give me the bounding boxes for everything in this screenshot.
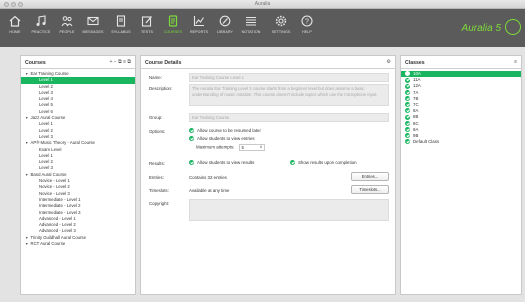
class-item[interactable]: Default Class [401,139,521,145]
description-field[interactable]: The Auralia Ear Training Level 1 course … [189,84,389,106]
disclosure-triangle-icon[interactable]: ▼ [25,236,28,240]
classes-panel: Classes ≡ 10A 11A 12A 7A 7B 7C 8A 8B 8C 9A 9B Defau… [400,55,522,295]
disclosure-triangle-icon[interactable]: ▼ [25,242,28,246]
disclosure-triangle-icon[interactable]: ▼ [25,173,28,177]
checkmark-icon [405,96,410,102]
main-area: Courses + − ⧉ ≡ ⧉ ▼ Ear Training Course Le… [0,47,525,302]
book-icon [116,15,126,27]
view-results-checkbox[interactable]: Allow students to view results [189,160,254,166]
toolbar-library-button[interactable]: LIBRARY [212,12,238,44]
entries-button[interactable]: Entries... [351,172,389,181]
checkmark-icon [405,89,410,95]
course-tree: ▼ Ear Training Course Level 1 Level 2 Level … [21,69,135,247]
checkmark-icon [405,77,410,83]
max-attempts-label: Maximum attempts: [196,144,235,150]
toolbar-syllabus-button[interactable]: SYLLABUS [108,12,134,44]
timeslots-value: Available at any time [189,188,230,193]
course-details-title: Course Details [145,60,182,66]
timeslots-label: Timeslots: [149,188,169,193]
checkmark-icon [405,102,410,108]
courses-actions[interactable]: + − ⧉ ≡ ⧉ [110,59,131,65]
app-logo: Auralia 5 [461,23,501,34]
list-icon[interactable]: ≡ [514,59,517,65]
results-label: Results: [149,161,165,166]
courses-title: Courses [25,60,46,66]
gear-icon[interactable]: ⚙ [387,59,391,65]
stepper-arrows-icon[interactable]: ⇕ [260,145,263,150]
toolbar-people-button[interactable]: PEOPLE [54,12,80,44]
toolbar-courses-button[interactable]: COURSES [160,12,186,44]
main-toolbar: HOME PRACTICE PEOPLE MESSAGES SYLLABUS T… [0,9,525,47]
toolbar-messages-button[interactable]: MESSAGES [80,12,106,44]
disclosure-triangle-icon[interactable]: ▼ [25,141,28,145]
entries-label: Entries: [149,175,164,180]
courses-panel: Courses + − ⧉ ≡ ⧉ ▼ Ear Training Course Le… [20,55,136,295]
checkmark-icon [405,83,410,89]
title-bar: Auralia [0,0,525,9]
description-label: Description: [149,86,173,91]
gear-icon [275,15,287,27]
name-label: Name: [149,75,162,80]
envelope-icon [87,16,99,26]
checkmark-icon [189,128,194,134]
show-results-checkbox[interactable]: Show results upon completion [290,160,357,166]
toolbar-practice-button[interactable]: PRACTICE [28,12,54,44]
checkmark-icon [405,71,410,77]
checkmark-icon [189,136,194,142]
courses-icon [168,15,178,27]
home-icon [9,15,21,27]
disclosure-triangle-icon[interactable]: ▼ [25,116,28,120]
checkmark-icon [290,160,295,166]
copyright-label: Copyright: [149,201,170,206]
options-label: Options: [149,129,166,134]
copyright-field[interactable] [189,199,389,221]
name-field[interactable]: Ear Training Course Level 1 [189,73,389,82]
course-details-panel: Course Details ⚙ Name: Ear Training Cour… [140,55,396,295]
people-icon [61,16,73,27]
window-title: Auralia [254,1,271,7]
pencil-icon [141,16,152,27]
class-list: 10A 11A 12A 7A 7B 7C 8A 8B 8C 9A 9B Default Class [401,69,521,145]
toolbar-notation-button[interactable]: NOTATION [238,12,264,44]
resume-later-checkbox[interactable]: Allow course to be resumed later [189,128,261,134]
view-entries-checkbox[interactable]: Allow students to view entries [189,136,255,142]
timeslots-button[interactable]: Timeslots... [351,185,389,194]
checkmark-icon [405,139,410,145]
library-icon [219,15,231,27]
classes-title: Classes [405,60,425,66]
toolbar-tests-button[interactable]: TESTS [134,12,160,44]
max-attempts-stepper[interactable]: 5 ⇕ [238,144,265,151]
group-field[interactable]: Ear Training Course [189,113,389,122]
checkmark-icon [189,160,194,166]
entries-value: Contains 32 entries [189,175,227,180]
checkmark-icon [405,114,410,120]
toolbar-settings-button[interactable]: SETTINGS [268,12,294,44]
checkmark-icon [405,120,410,126]
checkmark-icon [405,133,410,139]
checkmark-icon [405,127,410,133]
help-icon: ? [301,15,313,27]
logo-icon [505,19,521,35]
music-note-icon [36,15,46,26]
svg-text:?: ? [305,19,309,26]
chart-icon [193,16,204,27]
max-attempts-row: Maximum attempts: 5 ⇕ [196,144,265,151]
disclosure-triangle-icon[interactable]: ▼ [25,72,28,76]
group-label: Group: [149,115,163,120]
toolbar-help-button[interactable]: ? HELP [294,12,320,44]
checkmark-icon [405,108,410,114]
course-group[interactable]: ▼ RCT Aural Course [21,241,135,247]
toolbar-home-button[interactable]: HOME [2,12,28,44]
notation-icon [246,17,256,26]
toolbar-reports-button[interactable]: REPORTS [186,12,212,44]
